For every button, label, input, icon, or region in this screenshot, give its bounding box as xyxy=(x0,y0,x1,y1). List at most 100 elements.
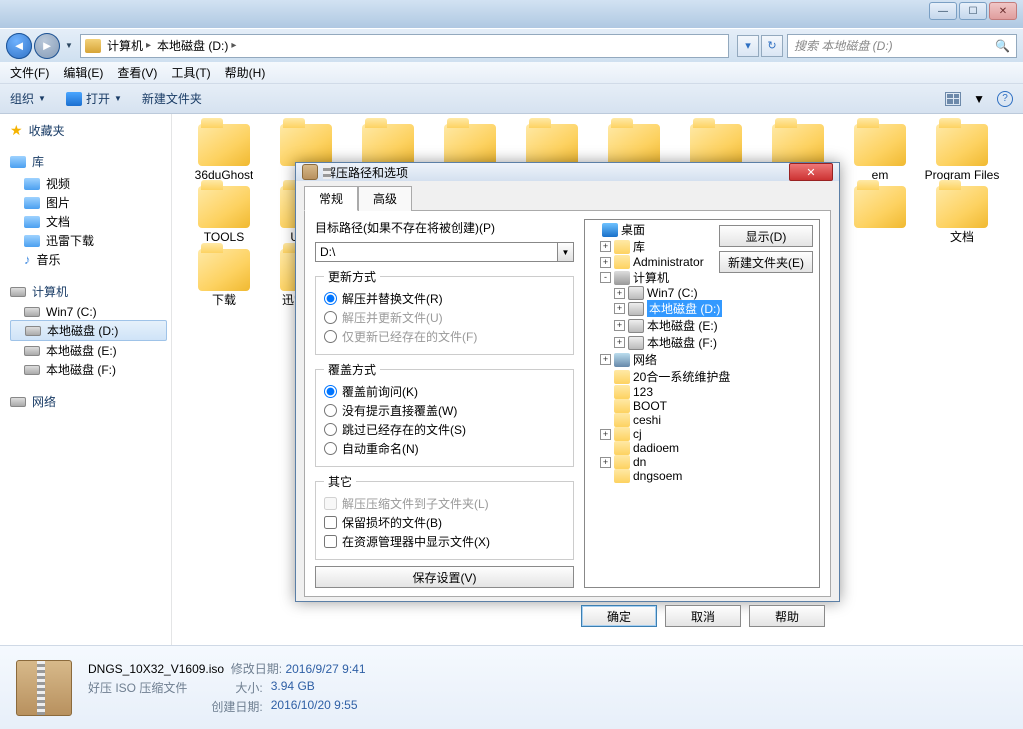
tree-item[interactable]: +本地磁盘 (F:) xyxy=(586,334,818,351)
sidebar-drive-f[interactable]: 本地磁盘 (F:) xyxy=(10,360,167,379)
file-label: Program Files xyxy=(925,168,1000,182)
folder-icon xyxy=(362,124,414,166)
overwrite-opt-ask[interactable]: 覆盖前询问(K) xyxy=(324,382,565,401)
search-input[interactable]: 搜索 本地磁盘 (D:) 🔍 xyxy=(787,34,1017,58)
overwrite-opt-noprompt[interactable]: 没有提示直接覆盖(W) xyxy=(324,401,565,420)
sidebar-drive-e[interactable]: 本地磁盘 (E:) xyxy=(10,341,167,360)
target-path-input[interactable] xyxy=(315,242,558,262)
save-settings-button[interactable]: 保存设置(V) xyxy=(315,566,574,588)
picture-icon xyxy=(24,197,40,209)
history-dropdown-button[interactable]: ▾ xyxy=(737,35,759,57)
cancel-button[interactable]: 取消 xyxy=(665,605,741,627)
menu-tools[interactable]: 工具(T) xyxy=(167,62,214,83)
favorites-header[interactable]: ★收藏夹 xyxy=(10,122,167,139)
tree-label: 网络 xyxy=(633,351,657,368)
menu-help[interactable]: 帮助(H) xyxy=(221,62,270,83)
other-opt-subfolder[interactable]: 解压压缩文件到子文件夹(L) xyxy=(324,494,565,513)
details-create-value: 2016/10/20 9:55 xyxy=(271,698,366,715)
file-item[interactable]: Program Files xyxy=(924,124,1000,182)
update-opt-existing[interactable]: 仅更新已经存在的文件(F) xyxy=(324,327,565,346)
expand-toggle[interactable]: - xyxy=(600,272,611,283)
file-item[interactable]: em xyxy=(842,124,918,182)
breadcrumb-drive-d[interactable]: 本地磁盘 (D:)▸ xyxy=(157,37,236,54)
new-folder-button[interactable]: 新建文件夹 xyxy=(142,90,202,107)
expand-toggle[interactable]: + xyxy=(600,429,611,440)
view-options-button[interactable] xyxy=(945,92,961,106)
sidebar-pictures[interactable]: 图片 xyxy=(10,193,167,212)
tree-item[interactable]: + 网络 xyxy=(586,351,818,368)
expand-toggle[interactable]: + xyxy=(614,320,625,331)
expand-toggle[interactable]: + xyxy=(614,288,625,299)
close-button[interactable]: ✕ xyxy=(989,2,1017,20)
sidebar-xunlei[interactable]: 迅雷下载 xyxy=(10,231,167,250)
path-dropdown-button[interactable]: ▼ xyxy=(558,242,574,262)
tree-item[interactable]: +本地磁盘 (D:) xyxy=(586,300,818,317)
menu-edit[interactable]: 编辑(E) xyxy=(59,62,107,83)
tree-item[interactable]: +cj xyxy=(586,427,818,441)
ok-button[interactable]: 确定 xyxy=(581,605,657,627)
other-opt-showinexplorer[interactable]: 在资源管理器中显示文件(X) xyxy=(324,532,565,551)
help-button[interactable]: ? xyxy=(997,91,1013,107)
minimize-button[interactable]: — xyxy=(929,2,957,20)
breadcrumb-computer[interactable]: 计算机▸ xyxy=(107,37,151,54)
drv-icon xyxy=(628,302,644,316)
sidebar-videos[interactable]: 视频 xyxy=(10,174,167,193)
open-button[interactable]: 打开▼ xyxy=(66,90,122,107)
menu-view[interactable]: 查看(V) xyxy=(113,62,161,83)
menu-file[interactable]: 文件(F) xyxy=(6,62,53,83)
update-opt-update[interactable]: 解压并更新文件(U) xyxy=(324,308,565,327)
expand-toggle[interactable]: + xyxy=(600,257,611,268)
tree-item[interactable]: dadioem xyxy=(586,441,818,455)
sidebar-drive-d[interactable]: 本地磁盘 (D:) xyxy=(10,320,167,341)
overwrite-opt-skip[interactable]: 跳过已经存在的文件(S) xyxy=(324,420,565,439)
expand-toggle[interactable]: + xyxy=(614,337,625,348)
sidebar-drive-c[interactable]: Win7 (C:) xyxy=(10,304,167,320)
tree-item[interactable]: dngsoem xyxy=(586,469,818,483)
file-item[interactable] xyxy=(842,186,918,244)
file-item[interactable]: 36duGhost xyxy=(186,124,262,182)
help-button[interactable]: 帮助 xyxy=(749,605,825,627)
file-item[interactable]: TOOLS xyxy=(186,186,262,244)
tree-item[interactable]: +Win7 (C:) xyxy=(586,286,818,300)
other-opt-keepdamaged[interactable]: 保留损坏的文件(B) xyxy=(324,513,565,532)
sidebar-music[interactable]: ♪音乐 xyxy=(10,250,167,269)
organize-button[interactable]: 组织▼ xyxy=(10,90,46,107)
tree-item[interactable]: +本地磁盘 (E:) xyxy=(586,317,818,334)
address-bar[interactable]: 计算机▸ 本地磁盘 (D:)▸ xyxy=(80,34,729,58)
file-item[interactable]: 文档 xyxy=(924,186,1000,244)
tab-advanced[interactable]: 高级 xyxy=(358,186,412,211)
libraries-header[interactable]: 库 xyxy=(10,153,167,170)
network-header[interactable]: 网络 xyxy=(10,393,167,410)
overwrite-opt-rename[interactable]: 自动重命名(N) xyxy=(324,439,565,458)
refresh-button[interactable]: ↻ xyxy=(761,35,783,57)
update-opt-replace[interactable]: 解压并替换文件(R) xyxy=(324,289,565,308)
history-dropdown[interactable]: ▼ xyxy=(62,33,76,59)
expand-toggle[interactable]: + xyxy=(600,457,611,468)
expand-toggle[interactable]: + xyxy=(614,303,625,314)
file-item[interactable]: 下载 xyxy=(186,249,262,313)
fldr-icon xyxy=(614,441,630,455)
expand-toggle[interactable]: + xyxy=(600,241,611,252)
expand-toggle[interactable]: + xyxy=(600,354,611,365)
destination-tree[interactable]: 桌面+库+Administrator-计算机+Win7 (C:)+本地磁盘 (D… xyxy=(584,219,820,588)
back-button[interactable]: ◄ xyxy=(6,33,32,59)
overwrite-legend: 覆盖方式 xyxy=(324,361,380,378)
show-button[interactable]: 显示(D) xyxy=(719,225,813,247)
target-path-label: 目标路径(如果不存在将被创建)(P) xyxy=(315,219,574,236)
details-size-value: 3.94 GB xyxy=(271,679,366,696)
dialog-close-button[interactable]: ✕ xyxy=(789,163,833,181)
tab-general[interactable]: 常规 xyxy=(304,186,358,211)
folder-icon xyxy=(854,186,906,228)
maximize-button[interactable]: ☐ xyxy=(959,2,987,20)
new-folder-dialog-button[interactable]: 新建文件夹(E) xyxy=(719,251,813,273)
tree-item[interactable]: 20合一系统维护盘 xyxy=(586,368,818,385)
view-dropdown[interactable]: ▼ xyxy=(973,92,985,106)
tree-item[interactable]: +dn xyxy=(586,455,818,469)
tree-item[interactable]: BOOT xyxy=(586,399,818,413)
sidebar-documents[interactable]: 文档 xyxy=(10,212,167,231)
tree-item[interactable]: 123 xyxy=(586,385,818,399)
computer-header[interactable]: 计算机 xyxy=(10,283,167,300)
folder-icon xyxy=(444,124,496,166)
forward-button[interactable]: ► xyxy=(34,33,60,59)
tree-item[interactable]: ceshi xyxy=(586,413,818,427)
